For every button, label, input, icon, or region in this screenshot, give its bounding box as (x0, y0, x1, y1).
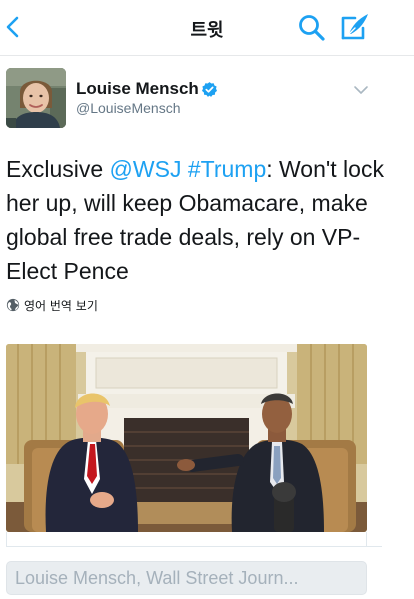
globe-icon (6, 298, 20, 312)
tweet-text: Exclusive @WSJ #Trump: Won't lock her up… (6, 152, 406, 288)
divider (6, 546, 382, 547)
photo-card-footer (6, 532, 367, 546)
reply-input[interactable] (15, 567, 358, 589)
nav-bar: 트윗 (0, 0, 414, 56)
compose-icon[interactable] (338, 10, 372, 44)
hashtag-link[interactable]: #Trump (188, 156, 266, 182)
verified-badge-icon (201, 82, 218, 97)
mention-link[interactable]: @WSJ (110, 156, 182, 182)
tweet-text-lead: Exclusive (6, 156, 110, 182)
translate-label: 영어 번역 보기 (24, 298, 98, 313)
translate-link[interactable]: 영어 번역 보기 (6, 296, 98, 314)
avatar[interactable] (6, 68, 66, 128)
tweet-photo[interactable] (6, 344, 367, 532)
chevron-down-icon[interactable] (353, 84, 369, 96)
author-handle[interactable]: @LouiseMensch (76, 100, 181, 116)
reply-box[interactable] (6, 561, 367, 595)
search-icon[interactable] (296, 12, 328, 44)
author-name[interactable]: Louise Mensch (76, 79, 199, 99)
